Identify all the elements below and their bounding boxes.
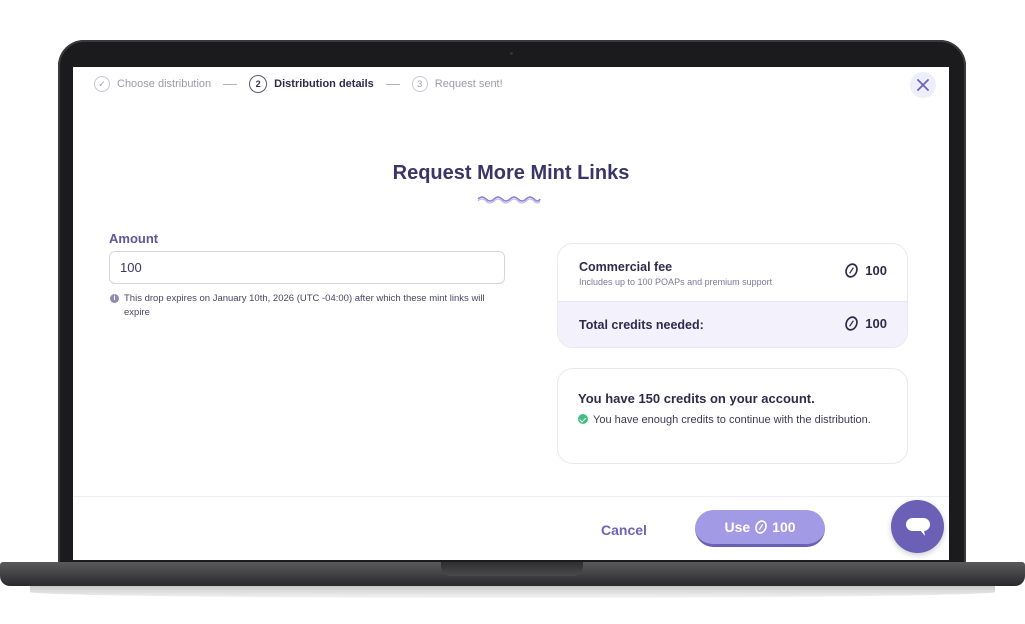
balance-message-text: You have enough credits to continue with…: [593, 414, 871, 426]
use-label: Use: [724, 519, 751, 535]
step-distribution-details: 2 Distribution details: [249, 75, 374, 93]
fee-value: 100: [844, 263, 887, 278]
balance-card: You have 150 credits on your account. Yo…: [557, 368, 908, 464]
use-amount: 100: [772, 519, 796, 535]
expiry-hint: i This drop expires on January 10th, 202…: [110, 292, 510, 320]
step-label: Choose distribution: [117, 78, 212, 90]
credit-coin-icon: [845, 263, 859, 278]
total-credits-row: Total credits needed: 100: [558, 301, 907, 347]
amount-label: Amount: [109, 231, 159, 246]
fee-amount: 100: [865, 263, 887, 278]
step-separator: [385, 83, 400, 85]
stepper: ✓ Choose distribution 2 Distribution det…: [94, 75, 503, 93]
title-squiggle-decoration: [477, 196, 541, 204]
step-separator: [223, 83, 238, 85]
amount-input[interactable]: [109, 251, 505, 284]
laptop-camera: [510, 52, 513, 55]
total-value: 100: [844, 316, 887, 331]
balance-title: You have 150 credits on your account.: [578, 391, 815, 406]
credit-coin-icon: [755, 520, 768, 534]
step-request-sent: 3 Request sent!: [411, 76, 503, 92]
laptop-shadow: [30, 586, 995, 598]
chat-support-button[interactable]: [891, 500, 944, 553]
commercial-fee-row: Commercial fee Includes up to 100 POAPs …: [558, 244, 907, 301]
total-label: Total credits needed:: [579, 318, 704, 332]
info-icon: i: [110, 294, 119, 303]
fee-card: Commercial fee Includes up to 100 POAPs …: [557, 243, 908, 348]
credit-coin-icon: [845, 316, 859, 331]
modal-title: Request More Mint Links: [392, 162, 630, 184]
close-icon: [917, 79, 929, 91]
close-button[interactable]: [910, 72, 936, 98]
check-circle-icon: [578, 414, 588, 424]
chat-bubble-icon: [905, 517, 930, 536]
step-number: 2: [249, 75, 268, 93]
fee-subtitle: Includes up to 100 POAPs and premium sup…: [579, 277, 773, 287]
expiry-hint-text: This drop expires on January 10th, 2026 …: [124, 293, 485, 318]
fee-title: Commercial fee: [579, 260, 673, 274]
step-done-check-icon: ✓: [94, 76, 110, 92]
footer-divider: [73, 496, 949, 497]
laptop-hinge-notch: [441, 562, 583, 576]
use-credits-button[interactable]: Use 100: [695, 510, 825, 547]
cancel-button[interactable]: Cancel: [590, 518, 658, 542]
step-number: 3: [411, 76, 428, 92]
total-amount: 100: [865, 316, 887, 331]
step-label: Distribution details: [274, 78, 374, 90]
step-choose-distribution[interactable]: ✓ Choose distribution: [94, 76, 211, 92]
modal-screen: ✓ Choose distribution 2 Distribution det…: [73, 67, 949, 560]
step-label: Request sent!: [434, 78, 503, 90]
balance-message: You have enough credits to continue with…: [578, 411, 878, 429]
